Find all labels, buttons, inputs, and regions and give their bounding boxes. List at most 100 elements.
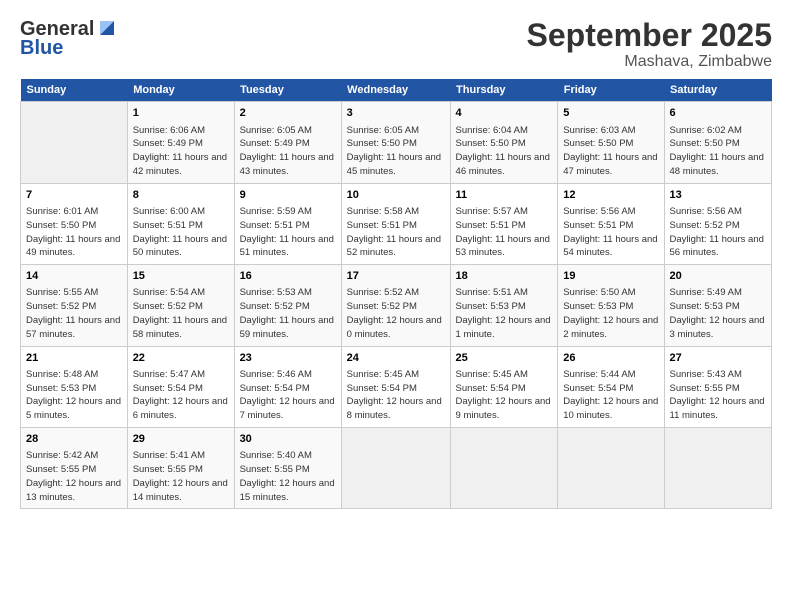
day-cell: 16 Sunrise: 5:53 AMSunset: 5:52 PMDayligh… [234, 265, 341, 346]
day-detail: Sunrise: 5:48 AMSunset: 5:53 PMDaylight:… [26, 368, 122, 423]
day-cell: 27 Sunrise: 5:43 AMSunset: 5:55 PMDayligh… [664, 346, 771, 427]
day-cell: 10Sunrise: 5:58 AMSunset: 5:51 PMDayligh… [341, 183, 450, 264]
day-number: 15 [133, 269, 229, 284]
day-number: 7 [26, 188, 122, 203]
day-detail: Sunrise: 6:05 AMSunset: 5:49 PMDaylight:… [240, 124, 336, 179]
day-cell: 2 Sunrise: 6:05 AMSunset: 5:49 PMDaylight… [234, 102, 341, 183]
title-block: September 2025 Mashava, Zimbabwe [527, 18, 772, 71]
day-detail: Sunrise: 5:56 AMSunset: 5:52 PMDaylight:… [670, 205, 766, 260]
logo-blue: Blue [20, 37, 63, 60]
day-cell: 11 Sunrise: 5:57 AMSunset: 5:51 PMDayligh… [450, 183, 558, 264]
day-number: 9 [240, 188, 336, 203]
day-detail: Sunrise: 6:00 AMSunset: 5:51 PMDaylight:… [133, 205, 229, 260]
day-number: 30 [240, 432, 336, 447]
day-number: 2 [240, 106, 336, 121]
day-detail: Sunrise: 5:44 AMSunset: 5:54 PMDaylight:… [563, 368, 658, 423]
day-cell: 13 Sunrise: 5:56 AMSunset: 5:52 PMDayligh… [664, 183, 771, 264]
week-row-2: 7 Sunrise: 6:01 AMSunset: 5:50 PMDaylight… [21, 183, 772, 264]
day-number: 17 [347, 269, 445, 284]
logo-icon [96, 17, 118, 39]
day-number: 27 [670, 351, 766, 366]
day-detail: Sunrise: 5:43 AMSunset: 5:55 PMDaylight:… [670, 368, 766, 423]
week-row-1: 1 Sunrise: 6:06 AMSunset: 5:49 PMDaylight… [21, 102, 772, 183]
day-detail: Sunrise: 5:55 AMSunset: 5:52 PMDaylight:… [26, 286, 122, 341]
day-number: 19 [563, 269, 658, 284]
day-number: 25 [456, 351, 553, 366]
header-row: SundayMondayTuesdayWednesdayThursdayFrid… [21, 79, 772, 102]
day-detail: Sunrise: 5:47 AMSunset: 5:54 PMDaylight:… [133, 368, 229, 423]
day-number: 11 [456, 188, 553, 203]
day-number: 28 [26, 432, 122, 447]
day-cell: 17 Sunrise: 5:52 AMSunset: 5:52 PMDayligh… [341, 265, 450, 346]
day-cell [450, 428, 558, 509]
col-header-friday: Friday [558, 79, 664, 102]
day-cell: 7 Sunrise: 6:01 AMSunset: 5:50 PMDaylight… [21, 183, 128, 264]
day-cell: 5Sunrise: 6:03 AMSunset: 5:50 PMDaylight… [558, 102, 664, 183]
day-cell [664, 428, 771, 509]
day-number: 12 [563, 188, 658, 203]
day-detail: Sunrise: 5:58 AMSunset: 5:51 PMDaylight:… [347, 205, 445, 260]
day-detail: Sunrise: 6:03 AMSunset: 5:50 PMDaylight:… [563, 124, 658, 179]
day-cell [21, 102, 128, 183]
day-detail: Sunrise: 6:02 AMSunset: 5:50 PMDaylight:… [670, 124, 766, 179]
day-number: 13 [670, 188, 766, 203]
month-title: September 2025 [527, 18, 772, 53]
col-header-monday: Monday [127, 79, 234, 102]
day-cell: 29Sunrise: 5:41 AMSunset: 5:55 PMDayligh… [127, 428, 234, 509]
day-cell: 1 Sunrise: 6:06 AMSunset: 5:49 PMDaylight… [127, 102, 234, 183]
day-cell: 22 Sunrise: 5:47 AMSunset: 5:54 PMDayligh… [127, 346, 234, 427]
day-detail: Sunrise: 5:46 AMSunset: 5:54 PMDaylight:… [240, 368, 336, 423]
day-detail: Sunrise: 6:05 AMSunset: 5:50 PMDaylight:… [347, 124, 445, 179]
day-cell [341, 428, 450, 509]
day-detail: Sunrise: 5:59 AMSunset: 5:51 PMDaylight:… [240, 205, 336, 260]
day-detail: Sunrise: 5:56 AMSunset: 5:51 PMDaylight:… [563, 205, 658, 260]
day-cell [558, 428, 664, 509]
day-cell: 30 Sunrise: 5:40 AMSunset: 5:55 PMDayligh… [234, 428, 341, 509]
day-detail: Sunrise: 5:57 AMSunset: 5:51 PMDaylight:… [456, 205, 553, 260]
logo: General Blue [20, 18, 118, 60]
day-cell: 6Sunrise: 6:02 AMSunset: 5:50 PMDaylight… [664, 102, 771, 183]
day-cell: 26Sunrise: 5:44 AMSunset: 5:54 PMDayligh… [558, 346, 664, 427]
day-number: 24 [347, 351, 445, 366]
day-cell: 23 Sunrise: 5:46 AMSunset: 5:54 PMDayligh… [234, 346, 341, 427]
day-number: 21 [26, 351, 122, 366]
day-number: 8 [133, 188, 229, 203]
day-number: 1 [133, 106, 229, 121]
day-cell: 4Sunrise: 6:04 AMSunset: 5:50 PMDaylight… [450, 102, 558, 183]
day-number: 22 [133, 351, 229, 366]
day-cell: 25Sunrise: 5:45 AMSunset: 5:54 PMDayligh… [450, 346, 558, 427]
day-cell: 20Sunrise: 5:49 AMSunset: 5:53 PMDayligh… [664, 265, 771, 346]
header: General Blue September 2025 Mashava, Zim… [20, 18, 772, 71]
day-detail: Sunrise: 5:40 AMSunset: 5:55 PMDaylight:… [240, 449, 336, 504]
day-detail: Sunrise: 5:42 AMSunset: 5:55 PMDaylight:… [26, 449, 122, 504]
day-detail: Sunrise: 5:53 AMSunset: 5:52 PMDaylight:… [240, 286, 336, 341]
day-number: 23 [240, 351, 336, 366]
location: Mashava, Zimbabwe [527, 53, 772, 71]
day-cell: 18Sunrise: 5:51 AMSunset: 5:53 PMDayligh… [450, 265, 558, 346]
day-cell: 3 Sunrise: 6:05 AMSunset: 5:50 PMDaylight… [341, 102, 450, 183]
day-detail: Sunrise: 5:49 AMSunset: 5:53 PMDaylight:… [670, 286, 766, 341]
col-header-sunday: Sunday [21, 79, 128, 102]
day-number: 4 [456, 106, 553, 121]
day-cell: 14 Sunrise: 5:55 AMSunset: 5:52 PMDayligh… [21, 265, 128, 346]
day-detail: Sunrise: 5:52 AMSunset: 5:52 PMDaylight:… [347, 286, 445, 341]
calendar-table: SundayMondayTuesdayWednesdayThursdayFrid… [20, 79, 772, 509]
day-detail: Sunrise: 5:54 AMSunset: 5:52 PMDaylight:… [133, 286, 229, 341]
day-cell: 8 Sunrise: 6:00 AMSunset: 5:51 PMDaylight… [127, 183, 234, 264]
day-detail: Sunrise: 6:06 AMSunset: 5:49 PMDaylight:… [133, 124, 229, 179]
day-number: 16 [240, 269, 336, 284]
day-cell: 9 Sunrise: 5:59 AMSunset: 5:51 PMDaylight… [234, 183, 341, 264]
day-detail: Sunrise: 5:50 AMSunset: 5:53 PMDaylight:… [563, 286, 658, 341]
day-cell: 24Sunrise: 5:45 AMSunset: 5:54 PMDayligh… [341, 346, 450, 427]
day-number: 14 [26, 269, 122, 284]
day-number: 3 [347, 106, 445, 121]
day-cell: 28 Sunrise: 5:42 AMSunset: 5:55 PMDayligh… [21, 428, 128, 509]
day-cell: 12 Sunrise: 5:56 AMSunset: 5:51 PMDayligh… [558, 183, 664, 264]
day-number: 18 [456, 269, 553, 284]
day-detail: Sunrise: 6:01 AMSunset: 5:50 PMDaylight:… [26, 205, 122, 260]
day-number: 29 [133, 432, 229, 447]
day-cell: 21 Sunrise: 5:48 AMSunset: 5:53 PMDayligh… [21, 346, 128, 427]
col-header-tuesday: Tuesday [234, 79, 341, 102]
week-row-4: 21 Sunrise: 5:48 AMSunset: 5:53 PMDayligh… [21, 346, 772, 427]
col-header-thursday: Thursday [450, 79, 558, 102]
